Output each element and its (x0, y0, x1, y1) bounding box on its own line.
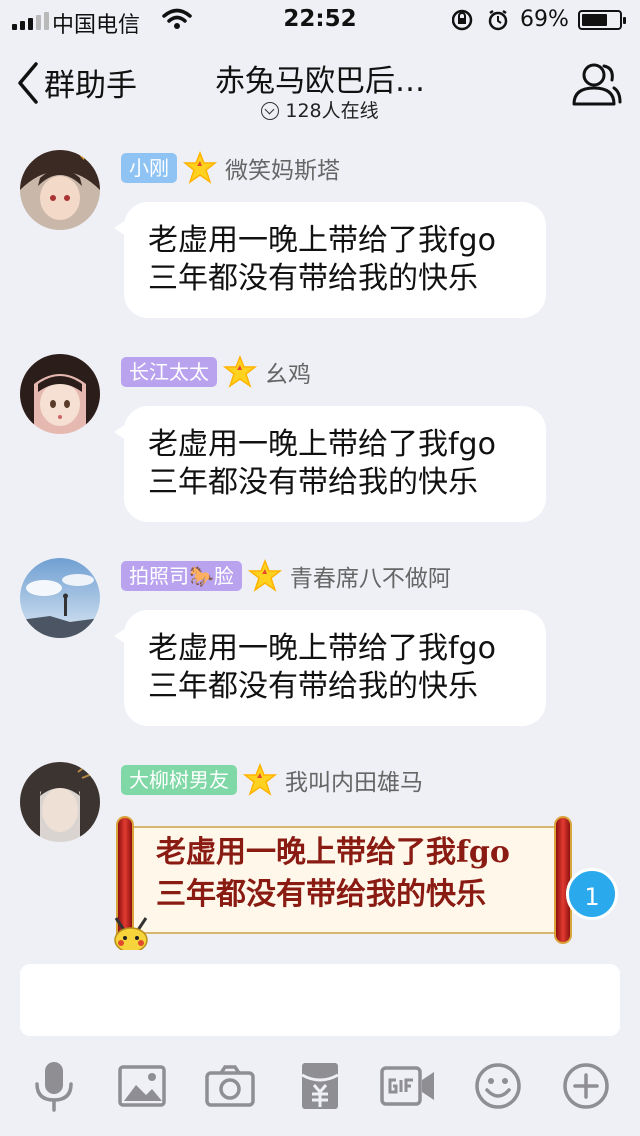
sender-name[interactable]: 青春席八不做阿 (290, 559, 451, 593)
message-bubble-scroll[interactable]: 老虚用一晚上带给了我fgo 三年都没有带给我的快乐 (110, 816, 578, 953)
battery-icon (578, 10, 626, 30)
sender-name[interactable]: 微笑妈斯塔 (225, 151, 340, 185)
member-title-tag: 小刚 (121, 153, 177, 183)
chevron-down-icon (261, 102, 280, 120)
photo-button[interactable] (114, 1058, 170, 1114)
nav-bar: 群助手 赤兔马欧巴后… 128人在线 (0, 40, 640, 128)
microphone-icon (35, 1062, 73, 1112)
gif-icon (380, 1066, 434, 1106)
avatar[interactable] (20, 558, 100, 638)
more-button[interactable] (558, 1058, 614, 1114)
message-text: 老虚用一晚上带给了我fgo 三年都没有带给我的快乐 (156, 832, 510, 916)
message-bubble[interactable]: 老虚用一晚上带给了我fgo 三年都没有带给我的快乐 (114, 406, 546, 522)
voice-button[interactable] (26, 1058, 82, 1114)
lock-rotation-icon (452, 9, 508, 31)
battery-percent: 69% (520, 7, 569, 32)
sender-name[interactable]: 幺鸡 (265, 355, 311, 389)
page-title[interactable]: 赤兔马欧巴后… (0, 56, 640, 100)
input-toolbar (0, 1058, 640, 1118)
member-title-tag: 拍照司🐎脸 (121, 561, 242, 591)
message-text-line: 老虚用一晚上带给了我fgo (148, 631, 496, 666)
plus-icon (563, 1063, 609, 1109)
message-text-line: 三年都没有带给我的快乐 (148, 465, 478, 500)
star-icon (183, 151, 217, 184)
group-members-icon[interactable] (570, 60, 622, 108)
unread-badge[interactable]: 1 (566, 868, 618, 920)
member-title-tag: 大柳树男友 (121, 765, 237, 795)
star-icon (247, 559, 282, 592)
message-text-line: 三年都没有带给我的快乐 (148, 261, 478, 296)
red-packet-icon (301, 1063, 339, 1109)
red-packet-button[interactable] (292, 1058, 348, 1114)
star-icon (243, 763, 277, 796)
message-text-line: 三年都没有带给我的快乐 (156, 877, 486, 912)
gif-button[interactable] (380, 1058, 436, 1114)
message-text-line: 老虚用一晚上带给了我fgo (148, 223, 496, 258)
input-area (0, 950, 640, 1136)
online-count[interactable]: 128人在线 (0, 96, 640, 123)
image-icon (118, 1065, 166, 1107)
online-count-label: 128人在线 (285, 100, 379, 122)
message-text-line: 老虚用一晚上带给了我fgo (148, 427, 496, 462)
camera-button[interactable] (202, 1058, 258, 1114)
message-input[interactable] (20, 964, 620, 1036)
star-icon (223, 355, 257, 388)
camera-icon (205, 1065, 255, 1107)
member-title-tag: 长江太太 (121, 357, 217, 387)
emoji-button[interactable] (470, 1058, 526, 1114)
message-bubble[interactable]: 老虚用一晚上带给了我fgo 三年都没有带给我的快乐 (114, 202, 546, 318)
sender-name[interactable]: 我叫内田雄马 (285, 763, 423, 797)
message-bubble[interactable]: 老虚用一晚上带给了我fgo 三年都没有带给我的快乐 (114, 610, 546, 726)
message-list[interactable]: 小刚 微笑妈斯塔 老虚用一晚上带给了我fgo 三年都没有带给我的快乐 长江太太 … (0, 128, 640, 953)
pikachu-sticker-icon (114, 917, 148, 953)
message-text-line: 老虚用一晚上带给了我fgo (156, 835, 510, 870)
emoji-icon (475, 1063, 521, 1109)
avatar[interactable] (20, 354, 100, 434)
message-text-line: 三年都没有带给我的快乐 (148, 669, 478, 704)
status-bar: 中国电信 22:52 69% (0, 0, 640, 40)
avatar[interactable] (20, 150, 100, 230)
avatar[interactable] (20, 762, 100, 842)
